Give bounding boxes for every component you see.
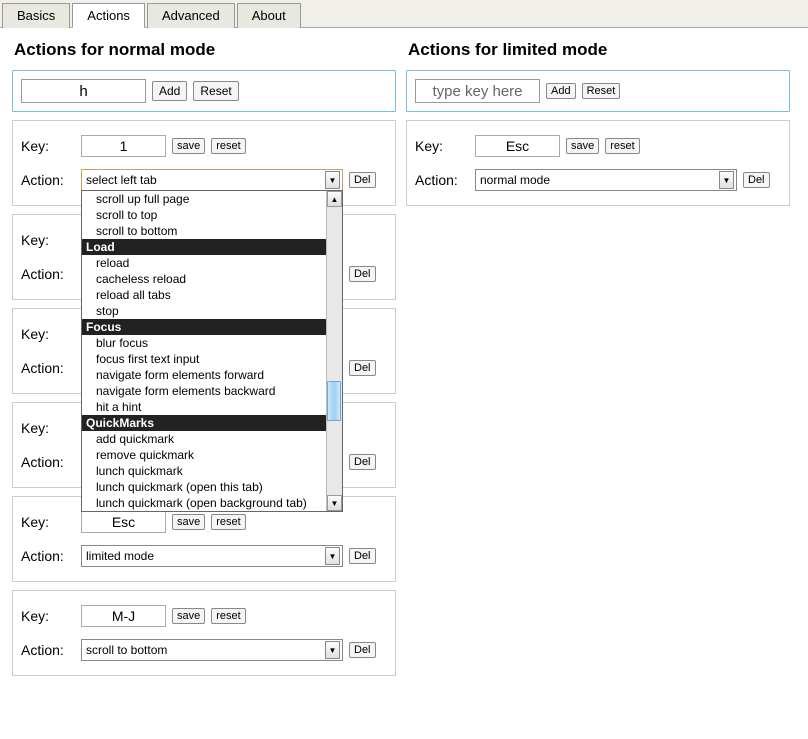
normal-mode-title: Actions for normal mode xyxy=(14,40,394,60)
scroll-down-icon[interactable]: ▼ xyxy=(327,495,342,511)
delete-button[interactable]: Del xyxy=(349,266,376,282)
delete-button[interactable]: Del xyxy=(349,454,376,470)
key-display[interactable]: Esc xyxy=(81,511,166,533)
scroll-thumb[interactable] xyxy=(327,381,341,421)
dropdown-item[interactable]: remove quickmark xyxy=(82,447,326,463)
key-label: Key: xyxy=(21,420,75,436)
limited-mode-title: Actions for limited mode xyxy=(408,40,788,60)
dropdown-item[interactable]: scroll up full page xyxy=(82,191,326,207)
action-select-value: scroll to bottom xyxy=(86,643,167,657)
action-dropdown-list[interactable]: scroll up full pagescroll to topscroll t… xyxy=(81,190,343,512)
action-select-value: limited mode xyxy=(86,549,154,563)
action-box: Key: Escsave reset Action: normal mode ▼ Del xyxy=(406,120,790,206)
delete-button[interactable]: Del xyxy=(349,172,376,188)
chevron-down-icon[interactable]: ▼ xyxy=(325,547,340,565)
scroll-up-icon[interactable]: ▲ xyxy=(327,191,342,207)
dropdown-scrollbar[interactable]: ▲▼ xyxy=(326,191,342,511)
save-button[interactable]: save xyxy=(172,514,205,530)
save-button[interactable]: save xyxy=(172,138,205,154)
dropdown-item[interactable]: hit a hint xyxy=(82,399,326,415)
delete-button[interactable]: Del xyxy=(349,642,376,658)
tab-actions[interactable]: Actions xyxy=(72,3,145,28)
reset-button[interactable]: reset xyxy=(211,608,245,624)
limited-key-input[interactable] xyxy=(415,79,540,103)
dropdown-item[interactable]: stop xyxy=(82,303,326,319)
chevron-down-icon[interactable]: ▼ xyxy=(719,171,734,189)
key-display[interactable]: Esc xyxy=(475,135,560,157)
dropdown-item[interactable]: navigate form elements backward xyxy=(82,383,326,399)
delete-button[interactable]: Del xyxy=(349,548,376,564)
normal-key-input[interactable] xyxy=(21,79,146,103)
reset-button[interactable]: reset xyxy=(211,138,245,154)
action-box: Key: M-J save reset Action: scroll to bottom ▼… xyxy=(12,590,396,676)
delete-button[interactable]: Del xyxy=(743,172,770,188)
dropdown-item[interactable]: reload all tabs xyxy=(82,287,326,303)
action-select[interactable]: select left tab ▼ xyxy=(81,169,343,191)
action-label: Action: xyxy=(21,172,75,188)
tab-about[interactable]: About xyxy=(237,3,301,28)
dropdown-item[interactable]: add quickmark xyxy=(82,431,326,447)
tab-advanced[interactable]: Advanced xyxy=(147,3,235,28)
key-display[interactable]: 1 xyxy=(81,135,166,157)
dropdown-item[interactable]: lunch quickmark (open background tab) xyxy=(82,495,326,511)
chevron-down-icon[interactable]: ▼ xyxy=(325,641,340,659)
limited-add-button[interactable]: Add xyxy=(546,83,576,99)
dropdown-item[interactable]: scroll to bottom xyxy=(82,223,326,239)
save-button[interactable]: save xyxy=(172,608,205,624)
normal-add-button[interactable]: Add xyxy=(152,81,187,101)
key-label: Key: xyxy=(21,608,75,624)
key-label: Key: xyxy=(21,326,75,342)
dropdown-item[interactable]: reload xyxy=(82,255,326,271)
dropdown-group: Load xyxy=(82,239,326,255)
dropdown-item[interactable]: cacheless reload xyxy=(82,271,326,287)
action-select[interactable]: limited mode ▼ xyxy=(81,545,343,567)
normal-reset-button[interactable]: Reset xyxy=(193,81,238,101)
normal-mode-column: Actions for normal mode Add Reset Key:1s… xyxy=(12,34,396,684)
delete-button[interactable]: Del xyxy=(349,360,376,376)
save-button[interactable]: save xyxy=(566,138,599,154)
reset-button[interactable]: reset xyxy=(605,138,639,154)
action-label: Action: xyxy=(21,642,75,658)
action-select-value: select left tab xyxy=(86,173,157,187)
content-area: Actions for normal mode Add Reset Key:1s… xyxy=(0,28,808,690)
action-label: Action: xyxy=(21,454,75,470)
dropdown-group: QuickMarks xyxy=(82,415,326,431)
normal-add-box: Add Reset xyxy=(12,70,396,112)
action-label: Action: xyxy=(21,266,75,282)
dropdown-item[interactable]: lunch quickmark xyxy=(82,463,326,479)
key-label: Key: xyxy=(21,514,75,530)
dropdown-item[interactable]: lunch quickmark (open this tab) xyxy=(82,479,326,495)
dropdown-group: Focus xyxy=(82,319,326,335)
limited-reset-button[interactable]: Reset xyxy=(582,83,621,99)
reset-button[interactable]: reset xyxy=(211,514,245,530)
limited-add-box: Add Reset xyxy=(406,70,790,112)
action-select[interactable]: normal mode ▼ xyxy=(475,169,737,191)
dropdown-item[interactable]: scroll to top xyxy=(82,207,326,223)
limited-mode-column: Actions for limited mode Add Reset Key: E… xyxy=(406,34,790,684)
dropdown-item[interactable]: navigate form elements forward xyxy=(82,367,326,383)
tab-basics[interactable]: Basics xyxy=(2,3,70,28)
action-select-value: normal mode xyxy=(480,173,550,187)
dropdown-item[interactable]: blur focus xyxy=(82,335,326,351)
key-label: Key: xyxy=(415,138,469,154)
action-label: Action: xyxy=(415,172,469,188)
action-label: Action: xyxy=(21,548,75,564)
action-label: Action: xyxy=(21,360,75,376)
action-select[interactable]: scroll to bottom ▼ xyxy=(81,639,343,661)
key-label: Key: xyxy=(21,138,75,154)
key-display[interactable]: M-J xyxy=(81,605,166,627)
action-box: Key: 1 save reset Action: select left tab ▼ scr… xyxy=(12,120,396,206)
chevron-down-icon[interactable]: ▼ xyxy=(325,171,340,189)
dropdown-item[interactable]: focus first text input xyxy=(82,351,326,367)
key-label: Key: xyxy=(21,232,75,248)
tab-bar: BasicsActionsAdvancedAbout xyxy=(0,0,808,28)
